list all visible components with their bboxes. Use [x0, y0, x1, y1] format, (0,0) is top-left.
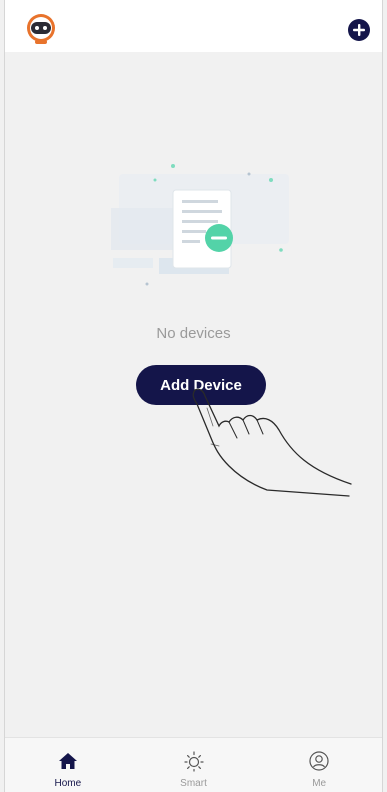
bottom-tab-bar: Home Smart Me [5, 737, 382, 792]
app-frame: No devices Add Device Home Smart Me [4, 0, 383, 792]
tab-smart[interactable]: Smart [131, 738, 257, 792]
plus-circle-icon[interactable] [347, 18, 371, 42]
top-bar [5, 0, 382, 52]
home-icon [58, 753, 77, 769]
user-circle-icon [309, 751, 329, 771]
tab-home-label: Home [54, 778, 82, 789]
tab-smart-label: Smart [180, 778, 207, 789]
empty-document-icon [111, 150, 297, 298]
tab-me-label: Me [312, 778, 327, 789]
tab-home[interactable]: Home [5, 738, 131, 792]
robot-avatar-icon[interactable] [23, 13, 59, 45]
empty-state-message: No devices [156, 325, 231, 342]
tab-me[interactable]: Me [256, 738, 382, 792]
sun-icon [183, 751, 204, 772]
add-device-button[interactable]: Add Device [136, 365, 266, 405]
